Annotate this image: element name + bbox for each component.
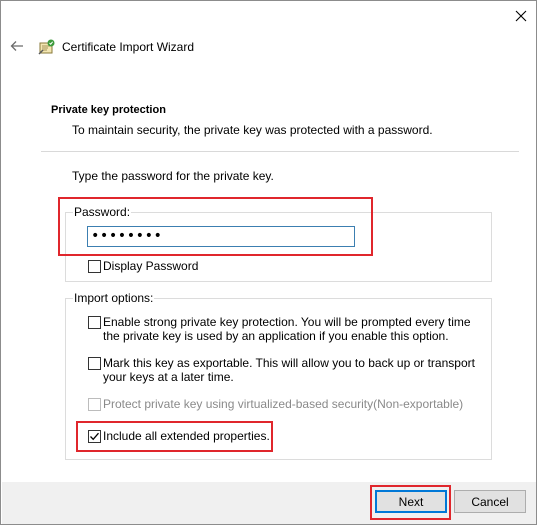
section-description: To maintain security, the private key wa… [72, 123, 433, 137]
cancel-button[interactable]: Cancel [454, 490, 526, 513]
extended-properties-label: Include all extended properties. [103, 429, 270, 443]
section-heading: Private key protection [51, 104, 166, 116]
extended-properties-checkbox[interactable] [88, 430, 101, 443]
header-separator [41, 151, 519, 152]
checkmark-icon [90, 432, 99, 441]
next-button[interactable]: Next [375, 490, 447, 513]
vbs-protection-label: Protect private key using virtualized-ba… [103, 397, 464, 411]
close-button[interactable] [506, 2, 536, 30]
password-input[interactable]: •••••••• [87, 226, 355, 247]
strong-protection-label: Enable strong private key protection. Yo… [103, 315, 471, 343]
password-label: Password: [73, 205, 132, 219]
vbs-protection-checkbox [88, 398, 101, 411]
display-password-checkbox[interactable] [88, 260, 101, 273]
wizard-header: Certificate Import Wizard [38, 37, 194, 57]
extended-properties-option[interactable]: Include all extended properties. [88, 429, 270, 443]
back-arrow-icon [10, 41, 23, 51]
display-password-label: Display Password [103, 259, 199, 273]
back-button[interactable] [5, 34, 29, 58]
close-icon [515, 10, 527, 22]
instruction-text: Type the password for the private key. [72, 169, 274, 183]
wizard-title: Certificate Import Wizard [62, 40, 195, 54]
exportable-label: Mark this key as exportable. This will a… [103, 356, 475, 384]
vbs-protection-option: Protect private key using virtualized-ba… [88, 397, 478, 411]
import-options-label: Import options: [73, 291, 155, 305]
exportable-option[interactable]: Mark this key as exportable. This will a… [88, 356, 478, 384]
certificate-icon [38, 39, 55, 55]
strong-protection-option[interactable]: Enable strong private key protection. Yo… [88, 315, 478, 343]
display-password-option[interactable]: Display Password [88, 259, 198, 273]
wizard-window: Certificate Import Wizard Private key pr… [0, 0, 537, 525]
strong-protection-checkbox[interactable] [88, 316, 101, 329]
exportable-checkbox[interactable] [88, 357, 101, 370]
